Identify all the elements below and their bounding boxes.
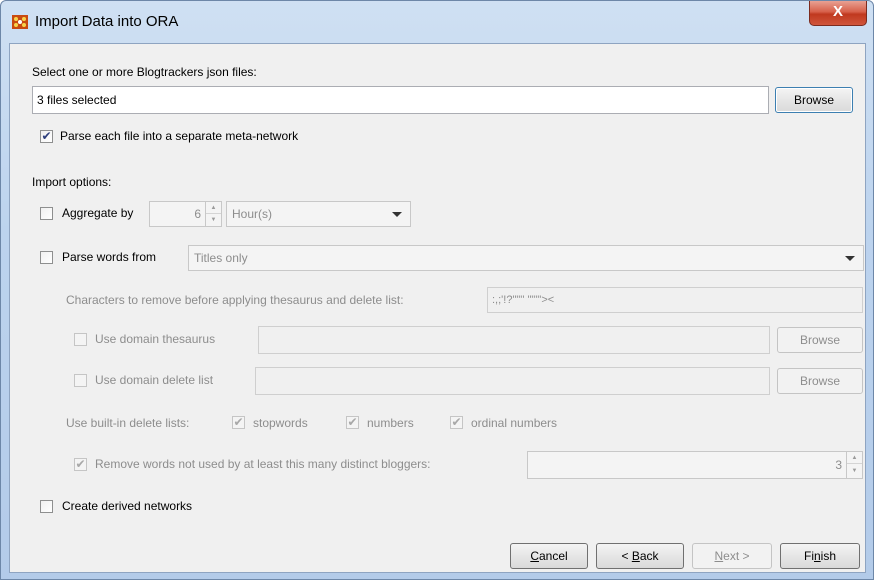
numbers-label: numbers xyxy=(367,416,414,430)
close-button[interactable]: X xyxy=(809,1,867,26)
back-button[interactable]: < Back xyxy=(596,543,684,569)
spin-down-icon[interactable]: ▼ xyxy=(847,465,862,477)
remove-words-label: Remove words not used by at least this m… xyxy=(95,457,431,471)
window-title: Import Data into ORA xyxy=(35,13,179,30)
parse-words-source-select[interactable]: Titles only xyxy=(188,245,864,271)
derived-networks-label: Create derived networks xyxy=(62,499,193,513)
aggregate-amount-spinner[interactable]: 6 ▲ ▼ xyxy=(149,201,222,227)
chars-remove-field[interactable]: :,;'!?""'' """'>< xyxy=(487,287,863,313)
min-bloggers-spinner[interactable]: 3 ▲ ▼ xyxy=(527,451,863,479)
aggregate-unit-value: Hour(s) xyxy=(232,207,273,221)
aggregate-checkbox[interactable] xyxy=(40,207,53,220)
files-field[interactable]: 3 files selected xyxy=(32,86,769,114)
title-bar[interactable]: Import Data into ORA X xyxy=(1,1,873,43)
spin-up-icon[interactable]: ▲ xyxy=(847,452,862,464)
files-label: Select one or more Blogtrackers json fil… xyxy=(32,65,257,79)
finish-button[interactable]: Finish xyxy=(780,543,860,569)
chars-remove-label: Characters to remove before applying the… xyxy=(66,293,404,307)
spin-up-icon[interactable]: ▲ xyxy=(206,202,221,214)
cancel-button[interactable]: Cancel xyxy=(510,543,588,569)
aggregate-amount-value: 6 xyxy=(194,207,201,221)
parse-words-source-value: Titles only xyxy=(194,251,248,265)
domain-thesaurus-field[interactable] xyxy=(258,326,770,354)
parse-words-checkbox[interactable] xyxy=(40,251,53,264)
spin-down-icon[interactable]: ▼ xyxy=(206,214,221,226)
domain-thesaurus-label: Use domain thesaurus xyxy=(95,332,216,346)
domain-delete-list-checkbox[interactable] xyxy=(74,374,87,387)
remove-words-checkbox[interactable]: ✔ xyxy=(74,458,87,471)
stopwords-label: stopwords xyxy=(253,416,308,430)
aggregate-label: Aggregate by xyxy=(62,206,134,220)
separate-meta-network-label: Parse each file into a separate meta-net… xyxy=(60,129,299,143)
browse-files-button[interactable]: Browse xyxy=(775,87,853,113)
domain-thesaurus-checkbox[interactable] xyxy=(74,333,87,346)
dialog-content: Select one or more Blogtrackers json fil… xyxy=(9,43,866,573)
numbers-checkbox[interactable]: ✔ xyxy=(346,416,359,429)
import-options-label: Import options: xyxy=(32,175,112,189)
derived-networks-checkbox[interactable] xyxy=(40,500,53,513)
next-button[interactable]: Next > xyxy=(692,543,772,569)
ora-app-icon xyxy=(12,15,28,29)
chevron-down-icon xyxy=(845,256,855,261)
stopwords-checkbox[interactable]: ✔ xyxy=(232,416,245,429)
ordinal-numbers-checkbox[interactable]: ✔ xyxy=(450,416,463,429)
separate-meta-network-checkbox[interactable]: ✔ xyxy=(40,130,53,143)
ordinal-numbers-label: ordinal numbers xyxy=(471,416,558,430)
parse-words-label: Parse words from xyxy=(62,250,157,264)
chevron-down-icon xyxy=(392,212,402,217)
browse-delete-list-button[interactable]: Browse xyxy=(777,368,863,394)
min-bloggers-value: 3 xyxy=(835,458,842,472)
domain-delete-list-field[interactable] xyxy=(255,367,770,395)
domain-delete-list-label: Use domain delete list xyxy=(95,373,214,387)
import-dialog-window: Import Data into ORA X Select one or mor… xyxy=(0,0,874,580)
builtin-delete-label: Use built-in delete lists: xyxy=(66,416,190,430)
close-icon: X xyxy=(832,3,843,20)
browse-thesaurus-button[interactable]: Browse xyxy=(777,327,863,353)
aggregate-unit-select[interactable]: Hour(s) xyxy=(226,201,411,227)
